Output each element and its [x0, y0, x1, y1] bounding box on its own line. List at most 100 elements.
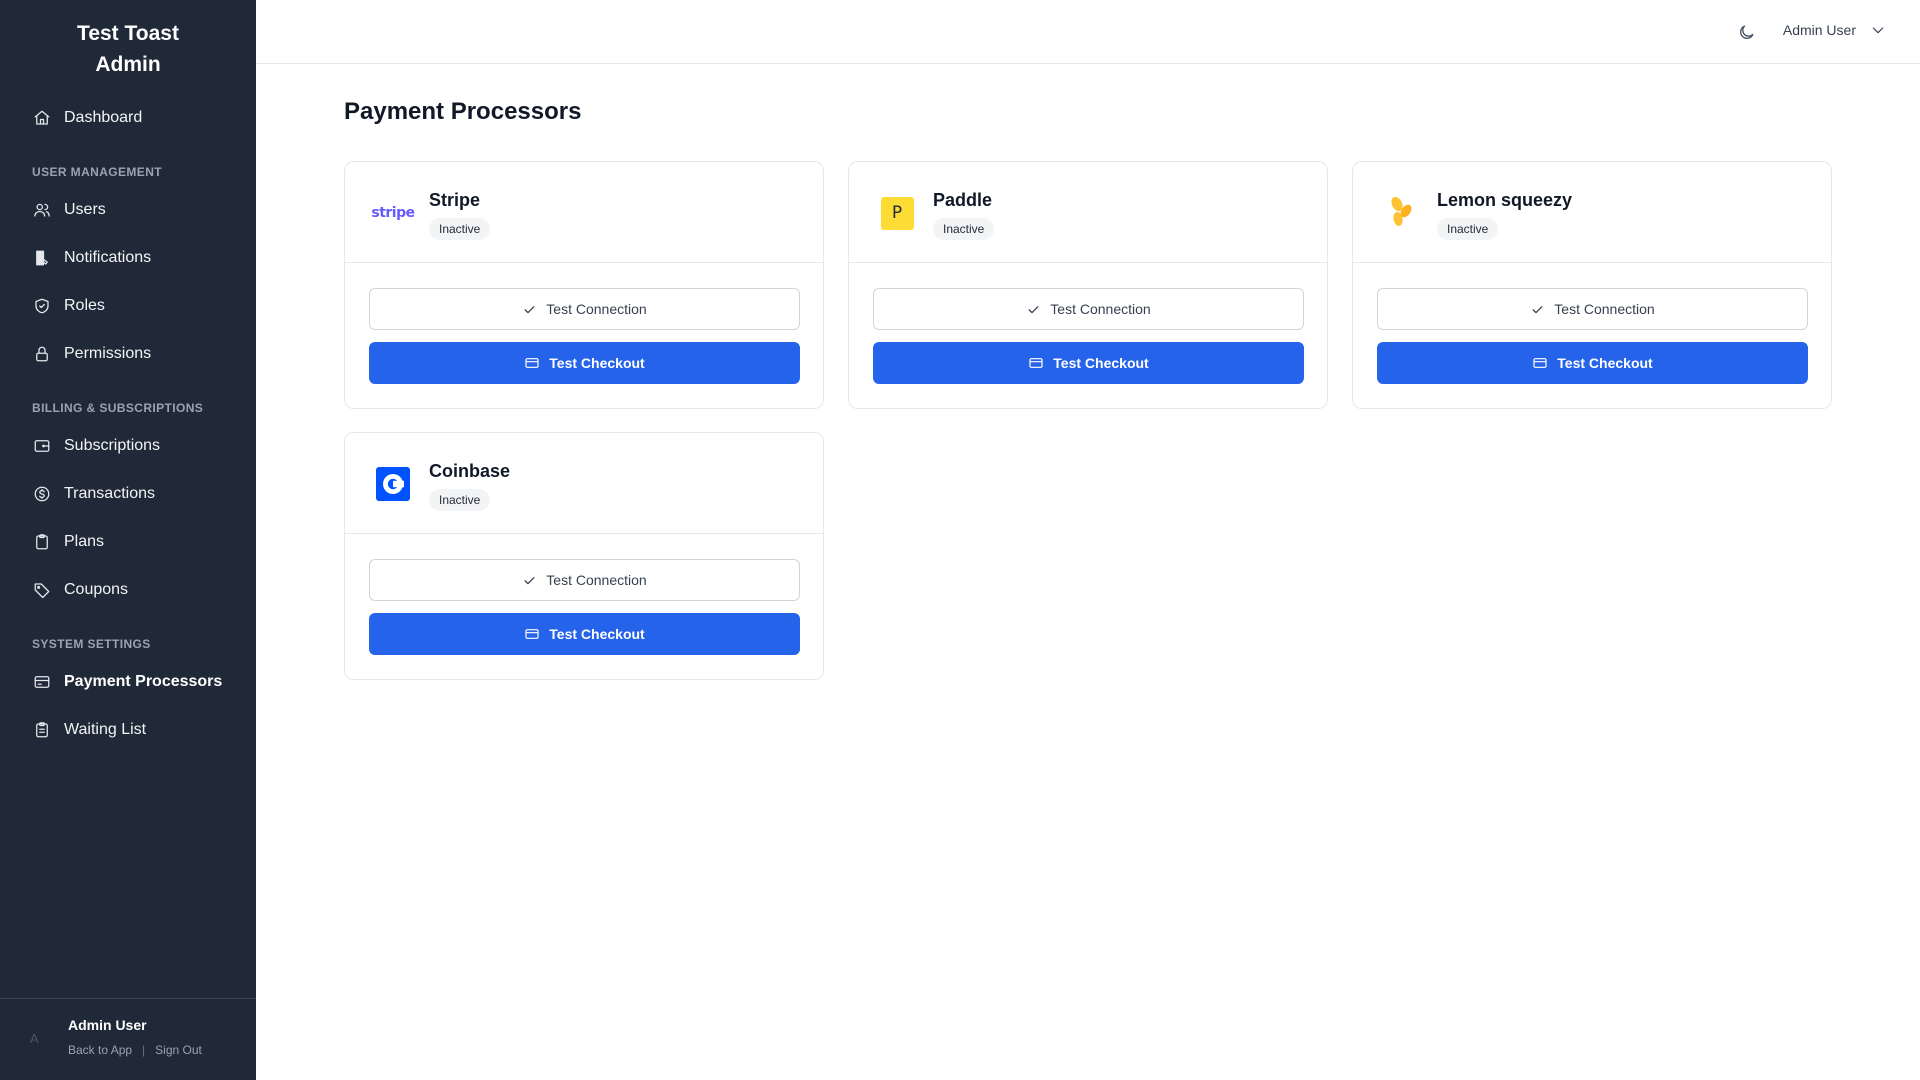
clipboard-icon — [32, 532, 52, 552]
processor-card-lemon-squeezy: Lemon squeezy Inactive Test Connection T… — [1352, 161, 1832, 409]
sidebar-item-roles[interactable]: Roles — [32, 291, 105, 321]
button-label: Test Checkout — [1053, 355, 1149, 371]
footer-user-name: Admin User — [68, 1017, 147, 1033]
sidebar-item-label: Permissions — [64, 345, 152, 362]
status-badge: Inactive — [429, 489, 491, 511]
paddle-logo-mark: P — [880, 196, 914, 230]
section-label-billing: BILLING & SUBSCRIPTIONS — [32, 401, 204, 415]
credit-card-icon — [1533, 358, 1547, 368]
button-label: Test Connection — [1050, 301, 1151, 317]
paddle-logo: P — [879, 195, 915, 231]
shield-icon — [32, 296, 52, 316]
sidebar-item-label: Notifications — [64, 249, 152, 266]
chevron-down-icon — [1872, 27, 1884, 34]
home-icon — [32, 108, 52, 128]
moon-icon — [1739, 24, 1754, 39]
stripe-logo: stripe — [371, 195, 415, 231]
processor-name: Stripe — [429, 190, 481, 210]
coinbase-logo — [375, 466, 411, 502]
tag-icon — [32, 580, 52, 600]
test-checkout-button[interactable]: Test Checkout — [873, 342, 1304, 384]
sidebar-item-label: Transactions — [64, 485, 155, 502]
credit-card-icon — [1029, 358, 1043, 368]
app-brand: Test Toast Admin — [0, 18, 256, 80]
sidebar: Test Toast Admin Dashboard USER MANAGEME… — [0, 0, 256, 1080]
section-label-system-settings: SYSTEM SETTINGS — [32, 637, 151, 651]
sidebar-item-waiting-list[interactable]: Waiting List — [32, 715, 146, 745]
check-icon — [524, 305, 535, 313]
sidebar-item-coupons[interactable]: Coupons — [32, 575, 128, 605]
footer-links: Back to App | Sign Out — [68, 1043, 202, 1057]
card-header: stripe Stripe Inactive — [345, 162, 823, 263]
check-icon — [1532, 305, 1543, 313]
processor-name: Coinbase — [429, 461, 511, 481]
back-to-app-link[interactable]: Back to App — [68, 1043, 132, 1057]
sidebar-item-dashboard[interactable]: Dashboard — [32, 103, 142, 133]
sidebar-item-label: Dashboard — [64, 109, 143, 126]
test-connection-button[interactable]: Test Connection — [369, 559, 800, 601]
section-label-user-management: USER MANAGEMENT — [32, 165, 163, 179]
status-badge: Inactive — [429, 218, 491, 240]
sidebar-item-label: Plans — [64, 533, 105, 550]
sidebar-item-notifications[interactable]: Notifications — [32, 243, 151, 273]
processor-name: Lemon squeezy — [1437, 190, 1573, 210]
sidebar-item-label: Waiting List — [64, 721, 147, 738]
notification-icon — [32, 248, 52, 268]
dollar-icon — [32, 484, 52, 504]
subscription-icon — [32, 436, 52, 456]
credit-card-icon — [525, 358, 539, 368]
processor-card-coinbase: Coinbase Inactive Test Connection Test C… — [344, 432, 824, 680]
lemon-squeezy-logo — [1383, 195, 1419, 231]
card-header: Coinbase Inactive — [345, 433, 823, 534]
sidebar-item-users[interactable]: Users — [32, 195, 106, 225]
button-label: Test Connection — [1554, 301, 1655, 317]
button-label: Test Checkout — [549, 355, 645, 371]
sidebar-item-permissions[interactable]: Permissions — [32, 339, 151, 369]
sidebar-item-transactions[interactable]: Transactions — [32, 479, 155, 509]
sidebar-item-plans[interactable]: Plans — [32, 527, 104, 557]
status-badge: Inactive — [1437, 218, 1499, 240]
button-label: Test Checkout — [549, 626, 645, 642]
check-icon — [524, 576, 535, 584]
check-icon — [1028, 305, 1039, 313]
credit-card-icon — [32, 672, 52, 692]
credit-card-icon — [525, 629, 539, 639]
sidebar-item-label: Users — [64, 201, 106, 218]
sign-out-link[interactable]: Sign Out — [155, 1043, 202, 1057]
theme-toggle-button[interactable] — [1734, 20, 1758, 44]
list-clipboard-icon — [32, 720, 52, 740]
card-header: P Paddle Inactive — [849, 162, 1327, 263]
user-menu-button[interactable]: Admin User — [1783, 22, 1886, 38]
button-label: Test Connection — [546, 301, 647, 317]
footer-separator: | — [142, 1043, 146, 1057]
sidebar-item-payment-processors[interactable]: Payment Processors — [32, 667, 222, 697]
sidebar-item-label: Subscriptions — [64, 437, 161, 454]
button-label: Test Connection — [546, 572, 647, 588]
test-checkout-button[interactable]: Test Checkout — [369, 342, 800, 384]
avatar: A — [30, 1031, 39, 1046]
top-bar: Admin User — [256, 0, 1920, 64]
brand-line-1: Test Toast — [77, 22, 179, 45]
brand-line-2: Admin — [95, 53, 161, 76]
user-menu-name: Admin User — [1782, 22, 1856, 38]
lock-icon — [32, 344, 52, 364]
sidebar-footer: A Admin User Back to App | Sign Out — [0, 998, 256, 1080]
test-connection-button[interactable]: Test Connection — [1377, 288, 1808, 330]
processor-card-paddle: P Paddle Inactive Test Connection Test C… — [848, 161, 1328, 409]
test-checkout-button[interactable]: Test Checkout — [1377, 342, 1808, 384]
stripe-logo-text: stripe — [371, 205, 415, 221]
sidebar-item-subscriptions[interactable]: Subscriptions — [32, 431, 160, 461]
page-title: Payment Processors — [344, 98, 582, 125]
test-checkout-button[interactable]: Test Checkout — [369, 613, 800, 655]
users-icon — [32, 200, 52, 220]
test-connection-button[interactable]: Test Connection — [873, 288, 1304, 330]
card-header: Lemon squeezy Inactive — [1353, 162, 1831, 263]
sidebar-item-label: Roles — [64, 297, 105, 314]
test-connection-button[interactable]: Test Connection — [369, 288, 800, 330]
sidebar-item-label: Payment Processors — [64, 673, 223, 690]
processor-card-stripe: stripe Stripe Inactive Test Connection T… — [344, 161, 824, 409]
button-label: Test Checkout — [1557, 355, 1653, 371]
status-badge: Inactive — [933, 218, 995, 240]
sidebar-item-label: Coupons — [64, 581, 129, 598]
processor-name: Paddle — [933, 190, 993, 210]
